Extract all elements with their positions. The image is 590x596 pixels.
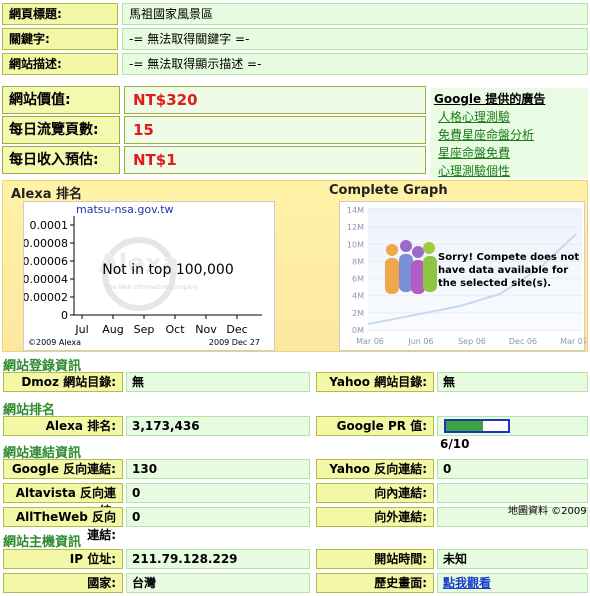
- alltheweb-backlinks-value: 0: [126, 507, 310, 527]
- alexa-y-tick-label: 0.00008: [24, 237, 68, 250]
- compete-y-tick-label: 4M: [352, 292, 364, 301]
- yahoo-backlinks-label: Yahoo 反向連結:: [316, 459, 434, 479]
- alexa-x-tick-label: Sep: [134, 323, 155, 336]
- compete-y-tick-label: 6M: [352, 275, 364, 284]
- alexa-y-tick-label: 0: [61, 309, 68, 322]
- meta-desc-row: 網站描述: -= 無法取得顯示描述 =-: [0, 53, 590, 76]
- alexa-y-tick-label: 0.0001: [30, 219, 69, 232]
- yahoo-dir-value: 無: [437, 372, 588, 392]
- altavista-backlinks-value: 0: [126, 483, 310, 503]
- compete-y-tick-label: 14M: [347, 206, 364, 215]
- description-label: 網站描述:: [2, 53, 118, 75]
- ip-label: IP 位址:: [3, 549, 123, 569]
- dmoz-label: Dmoz 網站目錄:: [3, 372, 123, 392]
- compete-sorry-line-3: the selected site(s).: [438, 278, 551, 289]
- compete-sorry-line-1: Sorry! Compete does not: [438, 252, 579, 263]
- site-worth-value: NT$320: [124, 86, 426, 114]
- daily-pageviews-label: 每日流覽頁數:: [2, 116, 120, 144]
- alexa-site-label: matsu-nsa.gov.tw: [76, 203, 174, 216]
- yahoo-backlinks-value: 0: [437, 459, 588, 479]
- compete-y-tick-label: 0M: [352, 326, 364, 335]
- compete-people-icon: [385, 240, 437, 294]
- dmoz-value: 無: [126, 372, 310, 392]
- daily-pageviews-value: 15: [124, 116, 426, 144]
- page-title-label: 網頁標題:: [2, 3, 118, 25]
- alexa-x-tick-label: Oct: [165, 323, 185, 336]
- yahoo-dir-label: Yahoo 網站目錄:: [316, 372, 434, 392]
- compete-x-tick-label: Jun 06: [407, 337, 433, 346]
- compete-y-tick-label: 12M: [347, 223, 364, 232]
- compete-x-tick-label: Mar 07: [560, 337, 586, 346]
- alexa-chart-svg: Alexa The Web Information Company matsu-…: [24, 203, 262, 347]
- compete-y-tick-label: 2M: [352, 309, 364, 318]
- compete-chart: 14M 12M 10M 8M 6M 4M 2M 0M Mar 06 Jun 06 Sep 06 De…: [339, 201, 586, 351]
- alltheweb-backlinks-label: AllTheWeb 反向連結:: [3, 507, 123, 542]
- host-heading: 網站主機資訊: [3, 535, 82, 550]
- history-cell: 點我觀看: [437, 573, 588, 593]
- alexa-x-tick-label: Jul: [74, 323, 88, 336]
- alexa-x-tick-label: Aug: [102, 323, 123, 336]
- inbound-links-value: [437, 483, 588, 503]
- pagerank-value: 6/10: [440, 437, 470, 451]
- pagerank-cell: [437, 416, 588, 436]
- opened-label: 開站時間:: [316, 549, 434, 569]
- ads-title[interactable]: Google 提供的廣告: [434, 90, 545, 107]
- alexa-x-tick-label: Dec: [226, 323, 247, 336]
- alexa-date: 2009 Dec 27: [209, 338, 260, 347]
- page-title-value: 馬祖國家風景區: [122, 3, 588, 25]
- compete-x-tick-label: Mar 06: [356, 337, 384, 346]
- outbound-links-label: 向外連結:: [316, 507, 434, 527]
- compete-graph-title: Complete Graph: [329, 183, 448, 198]
- history-link[interactable]: 點我觀看: [443, 576, 491, 590]
- compete-chart-svg: 14M 12M 10M 8M 6M 4M 2M 0M Mar 06 Jun 06 Sep 06 De…: [347, 206, 586, 346]
- alexa-y-tick-label: 0.00004: [24, 273, 68, 286]
- daily-income-label: 每日收入預估:: [2, 146, 120, 174]
- ad-link-4[interactable]: 心理測驗個性: [438, 162, 510, 179]
- ad-link-3[interactable]: 星座命盤免費: [438, 144, 510, 161]
- alexa-copyright: ©2009 Alexa: [28, 338, 81, 347]
- altavista-backlinks-label: Altavista 反向連結:: [3, 483, 123, 518]
- pagerank-label: Google PR 值:: [316, 416, 434, 436]
- alexa-x-tick-label: Nov: [195, 323, 217, 336]
- keywords-label: 關鍵字:: [2, 28, 118, 50]
- daily-income-value: NT$1: [124, 146, 426, 174]
- ad-link-1[interactable]: 人格心理測驗: [438, 108, 510, 125]
- compete-y-tick-label: 10M: [347, 240, 364, 249]
- meta-title-row: 網頁標題: 馬祖國家風景區: [0, 3, 590, 26]
- compete-x-tick-label: Dec 06: [509, 337, 537, 346]
- google-ads-box: Google 提供的廣告 人格心理測驗 免費星座命盤分析 星座命盤免費 心理測驗…: [430, 88, 588, 178]
- compete-x-tick-label: Sep 06: [458, 337, 486, 346]
- inbound-links-label: 向內連結:: [316, 483, 434, 503]
- ad-link-2[interactable]: 免費星座命盤分析: [438, 126, 534, 143]
- site-worth-label: 網站價值:: [2, 86, 120, 114]
- country-label: 國家:: [3, 573, 123, 593]
- alexa-y-tick-label: 0.00006: [24, 255, 68, 268]
- compete-y-tick-label: 8M: [352, 257, 364, 266]
- google-backlinks-value: 130: [126, 459, 310, 479]
- google-backlinks-label: Google 反向連結:: [3, 459, 123, 479]
- meta-keywords-row: 關鍵字: -= 無法取得關鍵字 =-: [0, 28, 590, 51]
- alexa-overlay-text: Not in top 100,000: [102, 262, 233, 278]
- history-label: 歷史畫面:: [316, 573, 434, 593]
- alexa-graph-title: Alexa 排名: [11, 187, 83, 202]
- compete-sorry-line-2: have data available for: [438, 265, 568, 276]
- country-value: 台灣: [126, 573, 310, 593]
- graph-panel: Alexa 排名 Complete Graph Alexa The Web In…: [2, 180, 588, 352]
- alexa-chart: Alexa The Web Information Company matsu-…: [23, 201, 275, 351]
- ip-value: 211.79.128.229: [126, 549, 310, 569]
- opened-value: 未知: [437, 549, 588, 569]
- alexa-rank-label: Alexa 排名:: [3, 416, 123, 436]
- pagerank-bar: [444, 419, 510, 433]
- map-credit: 地圖資料 ©2009: [508, 506, 587, 517]
- keywords-value: -= 無法取得關鍵字 =-: [122, 28, 588, 50]
- alexa-y-tick-label: 0.00002: [24, 291, 68, 304]
- pagerank-bar-fill: [446, 421, 484, 431]
- description-value: -= 無法取得顯示描述 =-: [122, 53, 588, 75]
- alexa-watermark-text: The Web Information Company: [104, 284, 199, 291]
- alexa-rank-value: 3,173,436: [126, 416, 310, 436]
